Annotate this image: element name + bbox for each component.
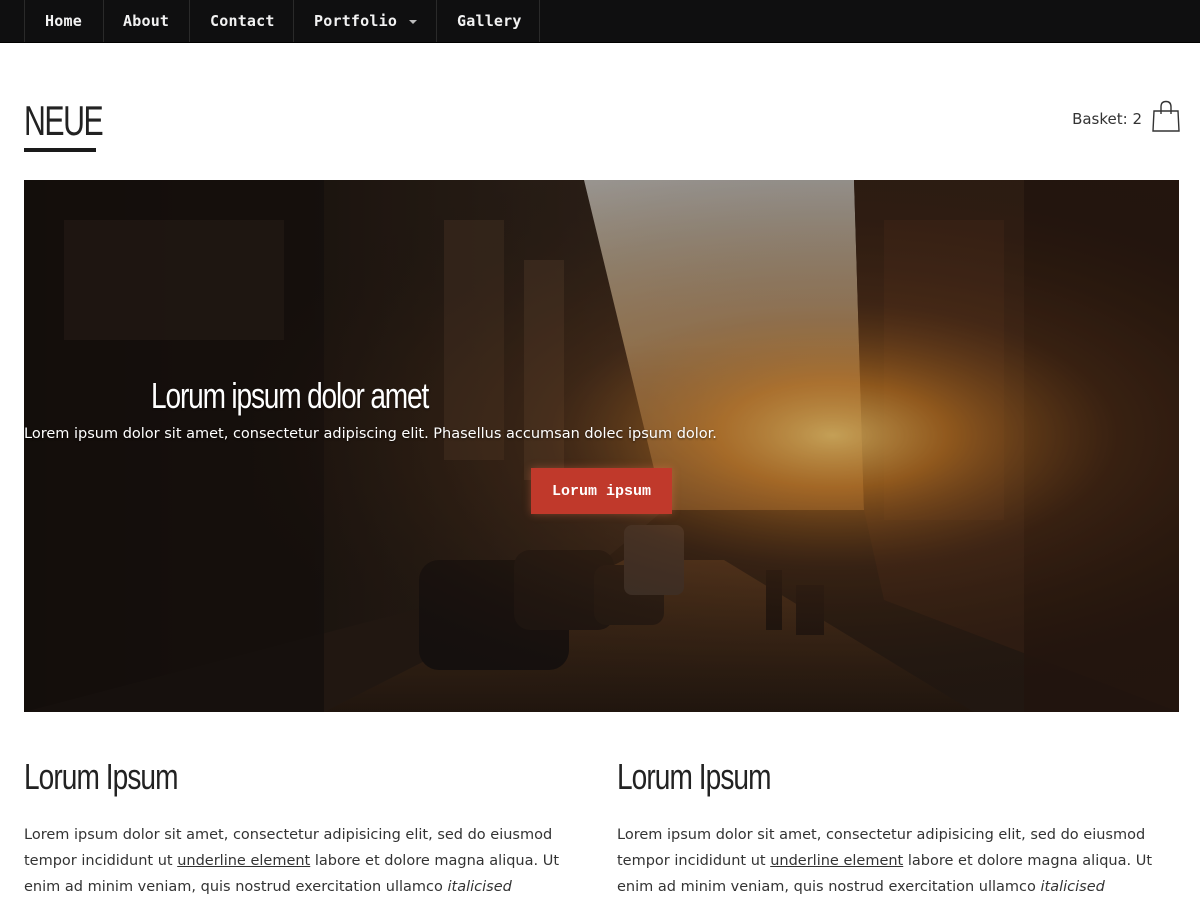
column-heading: Lorum Ipsum bbox=[617, 756, 772, 797]
chevron-down-icon bbox=[409, 20, 418, 24]
hero-title: Lorum ipsum dolor amet bbox=[151, 375, 429, 416]
basket-link[interactable]: Basket: 2 bbox=[1072, 100, 1180, 137]
top-navigation: Home About Contact Portfolio Gallery bbox=[0, 0, 1200, 43]
italic-text: italicised bbox=[447, 879, 512, 895]
italic-text: italicised bbox=[1040, 879, 1105, 895]
nav-item-label: About bbox=[123, 12, 170, 30]
shopping-bag-icon bbox=[1152, 100, 1180, 137]
nav-item-contact[interactable]: Contact bbox=[189, 0, 293, 42]
nav-list: Home About Contact Portfolio Gallery bbox=[0, 0, 1200, 42]
nav-item-label: Portfolio bbox=[314, 12, 398, 30]
basket-label: Basket: 2 bbox=[1072, 109, 1142, 128]
site-logo[interactable]: NEUE bbox=[24, 98, 104, 144]
nav-item-portfolio[interactable]: Portfolio bbox=[293, 0, 436, 42]
nav-item-label: Home bbox=[45, 12, 82, 30]
column-heading: Lorum Ipsum bbox=[24, 756, 179, 797]
nav-item-home[interactable]: Home bbox=[24, 0, 103, 42]
hero-background-image bbox=[24, 180, 1179, 712]
logo-underline bbox=[24, 148, 96, 152]
nav-item-gallery[interactable]: Gallery bbox=[436, 0, 540, 42]
nav-item-label: Gallery bbox=[457, 12, 522, 30]
hero-subtitle: Lorem ipsum dolor sit amet, consectetur … bbox=[24, 426, 717, 442]
column-paragraph: Lorem ipsum dolor sit amet, consectetur … bbox=[617, 822, 1157, 900]
nav-item-about[interactable]: About bbox=[103, 0, 189, 42]
content-column-left: Lorum Ipsum Lorem ipsum dolor sit amet, … bbox=[24, 755, 584, 900]
nav-item-label: Contact bbox=[210, 12, 275, 30]
underline-link[interactable]: underline element bbox=[770, 853, 903, 869]
hero-banner: Lorum ipsum dolor amet Lorem ipsum dolor… bbox=[24, 180, 1179, 712]
column-paragraph: Lorem ipsum dolor sit amet, consectetur … bbox=[24, 822, 564, 900]
content-column-right: Lorum Ipsum Lorem ipsum dolor sit amet, … bbox=[617, 755, 1177, 900]
hero-cta-button[interactable]: Lorum ipsum bbox=[531, 468, 672, 514]
underline-link[interactable]: underline element bbox=[177, 853, 310, 869]
